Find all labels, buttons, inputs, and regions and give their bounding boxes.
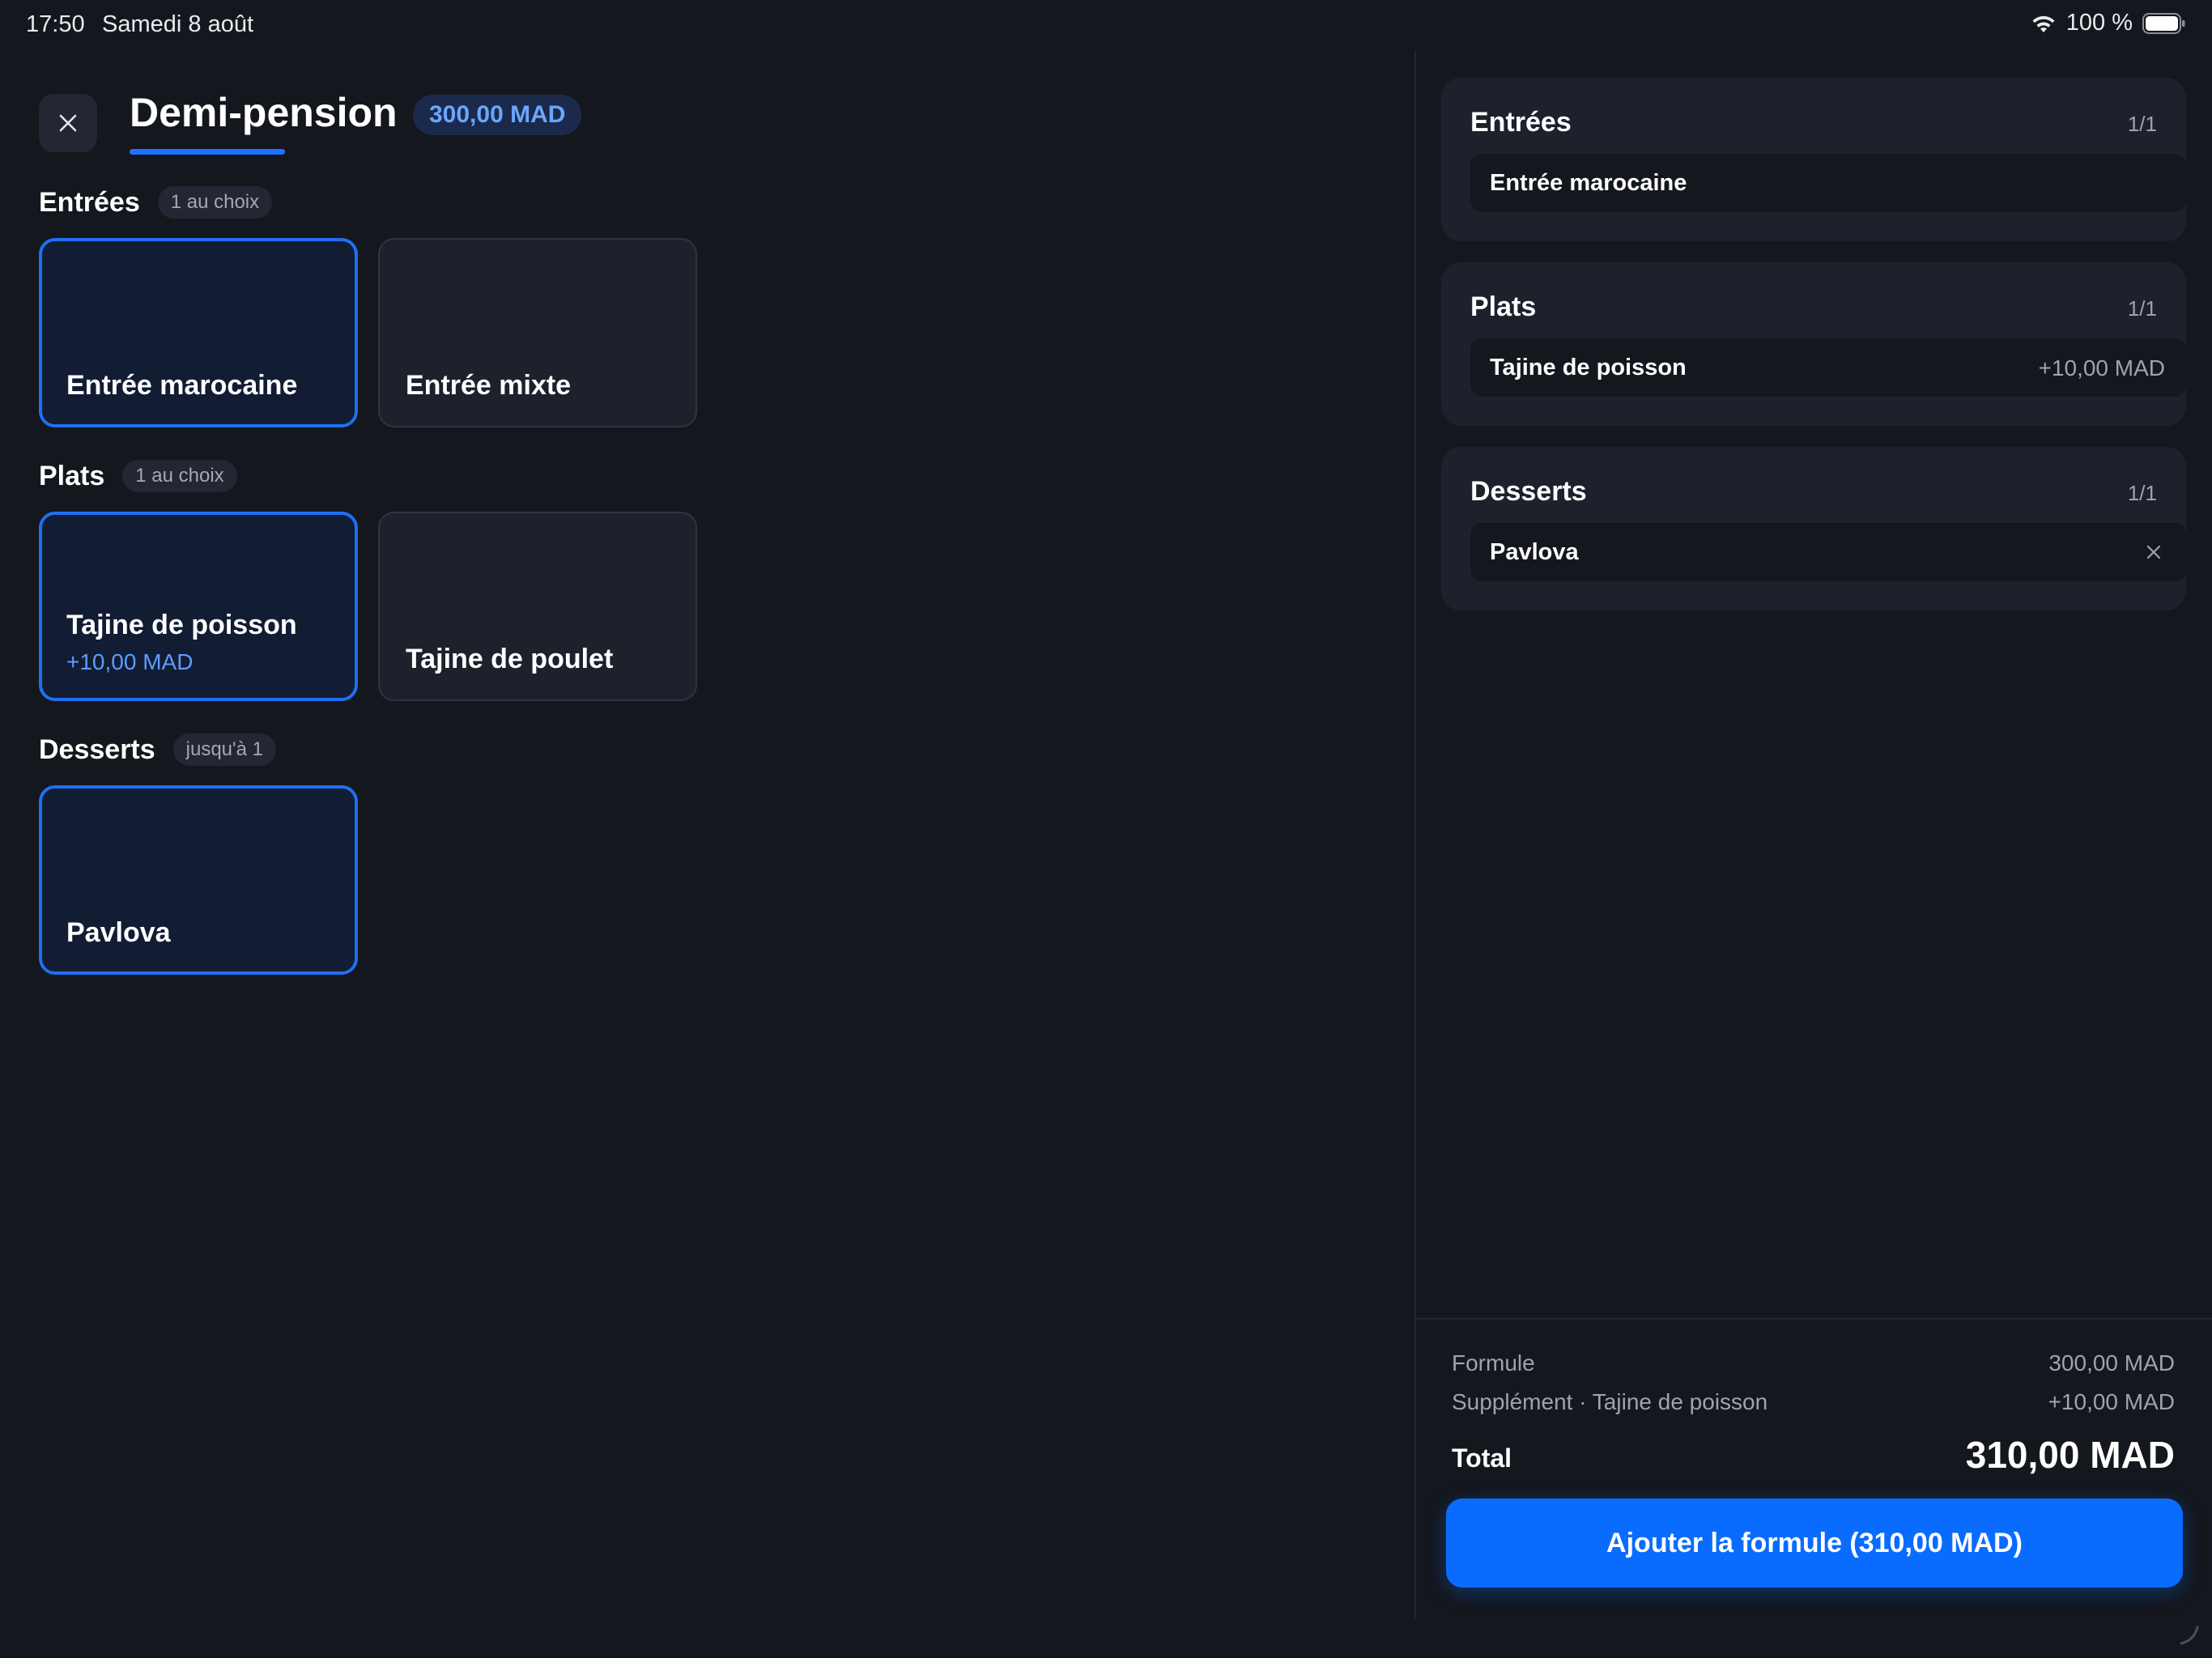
selected-item-name: Pavlova xyxy=(1490,539,1579,565)
selected-item[interactable]: Entrée marocaine xyxy=(1470,154,2186,212)
option-name: Pavlova xyxy=(66,917,171,948)
option-card-pavlova[interactable]: Pavlova xyxy=(39,785,358,975)
section-header-desserts: Desserts jusqu'à 1 xyxy=(39,733,276,766)
add-formula-button[interactable]: Ajouter la formule (310,00 MAD) xyxy=(1446,1499,2183,1588)
summary-row-formula: Formule 300,00 MAD xyxy=(1452,1350,2175,1376)
option-supplement: +10,00 MAD xyxy=(66,649,194,674)
status-time: 17:50 xyxy=(26,11,85,37)
total-value: 310,00 MAD xyxy=(1965,1434,2175,1476)
close-icon xyxy=(2146,545,2161,559)
selection-card-desserts: Desserts 1/1 Pavlova xyxy=(1441,447,2186,610)
section-header-plats: Plats 1 au choix xyxy=(39,460,237,492)
summary-label: Formule xyxy=(1452,1350,1535,1375)
selection-count: 1/1 xyxy=(2127,112,2157,136)
option-card-entree-marocaine[interactable]: Entrée marocaine xyxy=(39,238,358,427)
section-rule-pill: 1 au choix xyxy=(157,186,273,219)
title-underline xyxy=(130,149,285,155)
selected-item-name: Entrée marocaine xyxy=(1490,170,1687,196)
section-title: Plats xyxy=(39,460,105,491)
status-indicators: 100 % xyxy=(2031,10,2186,36)
option-name: Entrée marocaine xyxy=(66,370,298,401)
total-label: Total xyxy=(1452,1443,1512,1473)
status-date: Samedi 8 août xyxy=(102,11,254,37)
section-title: Entrées xyxy=(39,186,140,218)
summary-value: +10,00 MAD xyxy=(2048,1389,2175,1414)
page-title: Demi-pension xyxy=(130,90,398,135)
selection-title: Plats xyxy=(1470,291,1537,322)
summary-divider xyxy=(1416,1318,2212,1320)
section-rule-pill: 1 au choix xyxy=(122,460,237,492)
selected-item-supplement: +10,00 MAD xyxy=(2038,355,2165,380)
selection-card-plats: Plats 1/1 Tajine de poisson +10,00 MAD xyxy=(1441,262,2186,426)
selection-title: Entrées xyxy=(1470,107,1572,138)
wifi-icon xyxy=(2032,15,2055,32)
section-header-entrees: Entrées 1 au choix xyxy=(39,186,273,219)
summary-row-supplement: Supplément · Tajine de poisson +10,00 MA… xyxy=(1452,1389,2175,1415)
option-name: Tajine de poulet xyxy=(406,644,614,674)
price-badge: 300,00 MAD xyxy=(413,95,582,135)
battery-percent: 100 % xyxy=(2065,10,2133,36)
resize-handle-icon xyxy=(2180,1626,2199,1645)
selection-card-entrees: Entrées 1/1 Entrée marocaine xyxy=(1441,78,2186,241)
selection-count: 1/1 xyxy=(2127,296,2157,321)
option-card-entree-mixte[interactable]: Entrée mixte xyxy=(378,238,697,427)
selected-item[interactable]: Pavlova xyxy=(1470,523,2186,581)
selection-title: Desserts xyxy=(1470,476,1587,507)
option-name: Tajine de poisson xyxy=(66,610,297,640)
section-rule-pill: jusqu'à 1 xyxy=(172,733,276,766)
battery-icon xyxy=(2142,12,2185,34)
section-title: Desserts xyxy=(39,733,155,765)
option-name: Entrée mixte xyxy=(406,370,572,401)
selected-item-name: Tajine de poisson xyxy=(1490,355,1687,380)
summary-label: Supplément · Tajine de poisson xyxy=(1452,1389,1768,1414)
status-bar: 17:50 Samedi 8 août 100 % xyxy=(0,0,2212,52)
close-icon xyxy=(59,114,77,132)
selection-count: 1/1 xyxy=(2127,481,2157,505)
close-button[interactable] xyxy=(39,94,97,152)
summary-value: 300,00 MAD xyxy=(2048,1350,2175,1375)
option-card-tajine-de-poisson[interactable]: Tajine de poisson +10,00 MAD xyxy=(39,512,358,701)
selected-item[interactable]: Tajine de poisson +10,00 MAD xyxy=(1470,338,2186,397)
option-card-tajine-de-poulet[interactable]: Tajine de poulet xyxy=(378,512,697,701)
remove-item-button[interactable] xyxy=(2141,539,2167,565)
panel-divider xyxy=(1414,52,1416,1619)
